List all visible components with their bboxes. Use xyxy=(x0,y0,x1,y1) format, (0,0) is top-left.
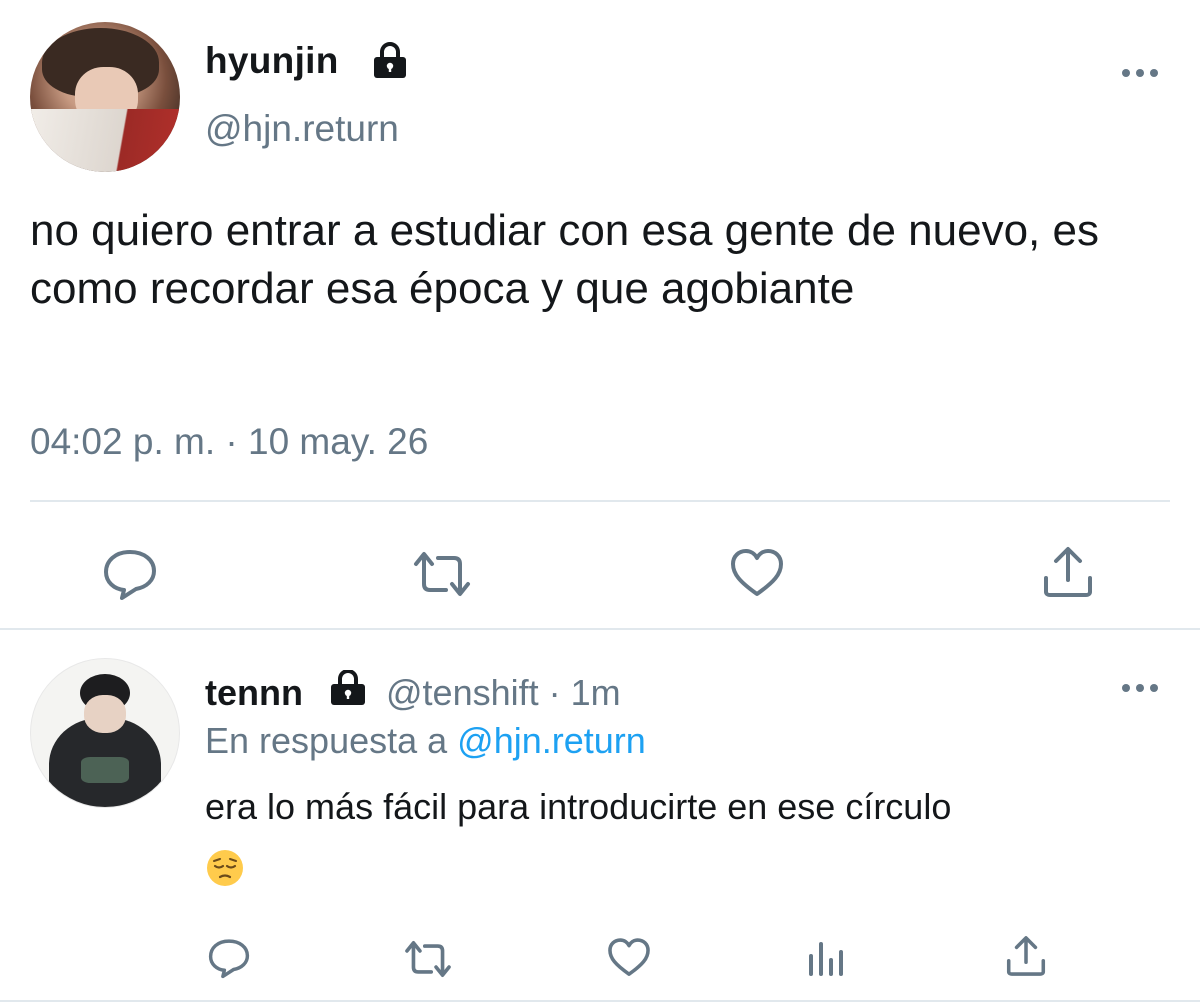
analytics-icon xyxy=(809,942,843,976)
reply-icon xyxy=(208,939,250,979)
tweet-timestamp[interactable]: 04:02 p. m. · 10 may. 26 xyxy=(30,421,428,463)
lock-icon xyxy=(331,670,365,705)
pensive-face-emoji xyxy=(207,850,243,886)
reply-button[interactable] xyxy=(206,936,252,980)
main-tweet: hyunjin @hjn.return no quiero entrar a e… xyxy=(0,0,1200,645)
avatar[interactable] xyxy=(30,22,180,172)
avatar[interactable] xyxy=(30,658,180,808)
author-name[interactable]: hyunjin xyxy=(205,40,339,82)
more-options-icon[interactable] xyxy=(1118,63,1162,83)
section-divider xyxy=(0,628,1200,642)
share-icon xyxy=(1006,936,1046,976)
like-button[interactable] xyxy=(728,546,786,600)
retweet-icon xyxy=(414,552,470,596)
retweet-icon xyxy=(405,941,451,977)
retweet-button[interactable] xyxy=(402,938,454,980)
more-options-icon[interactable] xyxy=(1118,678,1162,698)
retweet-button[interactable] xyxy=(410,548,474,600)
reply-handle-time[interactable]: @tenshift · 1m xyxy=(386,672,621,714)
reply-author-name[interactable]: tennn xyxy=(205,672,303,714)
share-button[interactable] xyxy=(1040,544,1096,600)
reply-context: En respuesta a @hjn.return xyxy=(205,720,646,762)
like-button[interactable] xyxy=(606,936,652,979)
reply-text: era lo más fácil para introducirte en es… xyxy=(205,786,952,827)
reply-icon xyxy=(104,550,156,600)
like-icon xyxy=(608,938,650,976)
like-icon xyxy=(731,549,783,596)
divider xyxy=(0,1000,1200,1002)
divider xyxy=(30,500,1170,502)
lock-icon xyxy=(374,42,406,78)
author-handle[interactable]: @hjn.return xyxy=(205,108,399,150)
share-icon xyxy=(1044,547,1092,597)
tweet-text: no quiero entrar a estudiar con esa gent… xyxy=(30,206,1099,313)
reply-mention-link[interactable]: @hjn.return xyxy=(457,720,646,761)
analytics-button[interactable] xyxy=(806,938,846,980)
reply-prefix: En respuesta a xyxy=(205,720,448,761)
reply-button[interactable] xyxy=(100,546,160,602)
share-button[interactable] xyxy=(1004,934,1048,978)
